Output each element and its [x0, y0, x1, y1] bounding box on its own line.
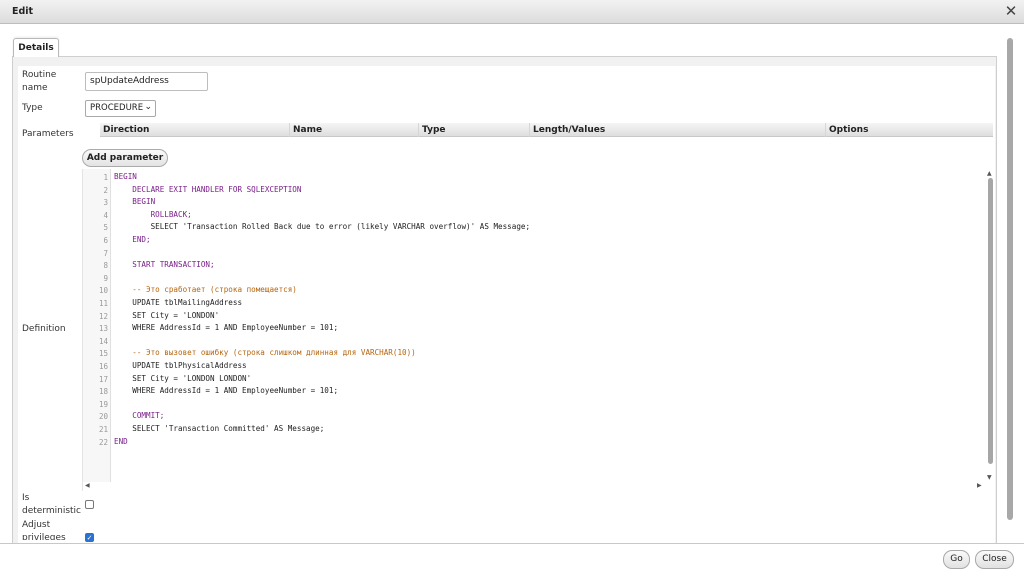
code-line: -- Это вызовет ошибку (строка слишком дл…	[114, 348, 416, 357]
code-line: DECLARE EXIT HANDLER FOR SQLEXCEPTION	[114, 185, 302, 194]
code-line: BEGIN	[114, 197, 156, 206]
col-length-values: Length/Values	[530, 123, 826, 137]
line-number: 5	[103, 223, 108, 233]
line-number: 15	[98, 349, 108, 359]
code-line: BEGIN	[114, 172, 137, 181]
type-label: Type	[22, 103, 43, 113]
chevron-down-icon: ⌄	[144, 102, 152, 112]
col-name: Name	[290, 123, 419, 137]
line-number: 16	[98, 362, 108, 371]
editor-vertical-scroll-thumb[interactable]	[988, 178, 993, 464]
parameters-table-header: Direction Name Type Length/Values Option…	[100, 123, 993, 137]
scroll-left-icon[interactable]: ◀	[85, 482, 90, 489]
code-line: -- Это сработает (строка помещается)	[114, 285, 297, 294]
code-line: UPDATE tblMailingAddress	[114, 298, 243, 307]
code-line: SET City = 'LONDON LONDON'	[114, 374, 252, 383]
line-number: 2	[103, 185, 108, 195]
line-number: 13	[98, 324, 108, 334]
col-direction: Direction	[100, 123, 290, 137]
line-number: 11	[98, 299, 108, 308]
line-number: 12	[98, 311, 108, 321]
go-button[interactable]: Go	[943, 550, 970, 569]
code-line: WHERE AddressId = 1 AND EmployeeNumber =…	[114, 323, 339, 332]
is-deterministic-label: Is deterministic	[22, 493, 81, 516]
type-select[interactable]: PROCEDURE ⌄	[85, 100, 156, 117]
line-number: 22	[98, 437, 108, 447]
line-number: 10	[98, 286, 108, 296]
adjust-privileges-label: Adjust privileges	[22, 520, 66, 540]
close-icon[interactable]: ✕	[1002, 2, 1020, 20]
line-number: 8	[103, 261, 108, 271]
code-line: COMMIT;	[114, 411, 165, 420]
col-options: Options	[829, 125, 869, 135]
check-icon: ✓	[86, 534, 93, 542]
line-number: 4	[103, 210, 108, 220]
dialog-titlebar: Edit ✕	[0, 0, 1024, 24]
editor-vertical-scrollbar[interactable]: ▲ ▼	[986, 169, 995, 482]
definition-code-editor[interactable]: 1 2 3 4 5 6 7 8 9 10 11 12 13 14 15 16 17 18 19 20 21 22 BEGI…	[82, 169, 994, 491]
routine-name-label: Routine name	[22, 70, 57, 93]
scroll-up-icon[interactable]: ▲	[987, 170, 992, 177]
code-line: END	[114, 437, 128, 446]
code-line: WHERE AddressId = 1 AND EmployeeNumber =…	[114, 386, 339, 395]
code-line: START TRANSACTION;	[114, 260, 215, 269]
is-deterministic-checkbox[interactable]	[85, 500, 94, 509]
code-line: END;	[114, 235, 151, 244]
dialog-footer	[0, 543, 1024, 575]
scroll-down-icon[interactable]: ▼	[987, 474, 992, 481]
routine-name-input[interactable]: spUpdateAddress	[85, 72, 208, 91]
line-number: 14	[98, 336, 108, 346]
dialog-vertical-scroll-thumb[interactable]	[1007, 38, 1013, 520]
col-type: Type	[419, 123, 530, 137]
line-number: 3	[103, 198, 108, 208]
add-parameter-button[interactable]: Add parameter	[82, 149, 168, 167]
code-line: ROLLBACK;	[114, 210, 192, 219]
line-number: 20	[98, 412, 108, 422]
line-number: 7	[103, 248, 108, 258]
code-line: SELECT 'Transaction Committed' AS Messag…	[114, 424, 325, 433]
tab-details[interactable]: Details	[13, 38, 59, 57]
definition-label: Definition	[22, 324, 66, 334]
dialog-title: Edit	[12, 6, 34, 17]
line-number: 19	[98, 399, 108, 409]
line-number: 9	[103, 273, 108, 283]
dialog-vertical-scrollbar[interactable]	[1005, 28, 1015, 540]
scroll-right-icon[interactable]: ▶	[977, 482, 982, 489]
code-line: SET City = 'LONDON'	[114, 311, 220, 320]
adjust-privileges-checkbox[interactable]: ✓	[85, 533, 94, 542]
editor-horizontal-scrollbar[interactable]: ◀ ▶	[83, 482, 995, 491]
code-line: UPDATE tblPhysicalAddress	[114, 361, 247, 370]
line-number: 21	[98, 425, 108, 434]
line-number: 6	[103, 236, 108, 245]
line-number-gutter: 1 2 3 4 5 6 7 8 9 10 11 12 13 14 15 16 17 18 19 20 21 22	[83, 169, 111, 482]
code-line: SELECT 'Transaction Rolled Back due to e…	[114, 222, 531, 231]
type-select-value: PROCEDURE	[90, 103, 144, 113]
close-button[interactable]: Close	[975, 550, 1014, 569]
parameters-label: Parameters	[22, 129, 74, 139]
line-number: 18	[98, 387, 108, 397]
line-number: 1	[103, 173, 108, 182]
line-number: 17	[98, 374, 108, 384]
